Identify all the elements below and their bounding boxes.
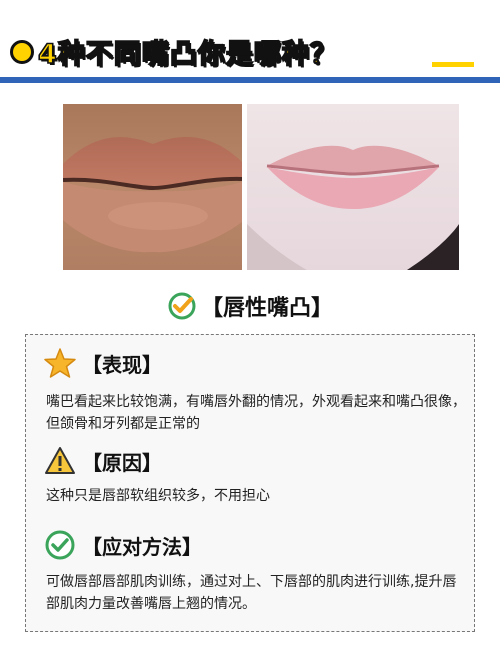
star-icon bbox=[44, 348, 76, 378]
item-text: 这种只是唇部软组织较多，不用担心 bbox=[46, 488, 270, 504]
page-title: 4种不同嘴凸你是哪种？ bbox=[37, 38, 338, 71]
item-text: 嘴巴看起来比较饱满，有嘴唇外翻的情况，外观看起来和嘴凸很像，但颌骨和牙列都是正常… bbox=[46, 394, 466, 432]
section-title: 【唇性嘴凸】 bbox=[200, 296, 333, 321]
warning-icon bbox=[45, 447, 75, 474]
title-row: 4种不同嘴凸你是哪种？ bbox=[10, 32, 338, 71]
item-head-performance: 【表现】 bbox=[44, 347, 162, 379]
check-circle-icon bbox=[45, 530, 75, 560]
item-title: 【应对方法】 bbox=[82, 534, 202, 559]
header-divider bbox=[0, 77, 500, 83]
lips-photo-right bbox=[247, 104, 459, 270]
content-box: 【表现】 嘴巴看起来比较饱满，有嘴唇外翻的情况，外观看起来和嘴凸很像，但颌骨和牙… bbox=[25, 334, 475, 632]
item-title: 【原因】 bbox=[82, 450, 162, 475]
item-head-cause: 【原因】 bbox=[44, 445, 162, 477]
item-text: 可做唇部唇部肌肉训练，通过对上、下唇部的肌肉进行训练,提升唇部肌肉力量改善嘴唇上… bbox=[46, 574, 457, 612]
item-title: 【表现】 bbox=[82, 352, 162, 377]
title-bullet-icon bbox=[10, 39, 34, 64]
section-heading: 【唇性嘴凸】 bbox=[0, 290, 500, 322]
title-accent-bar bbox=[432, 62, 474, 67]
lips-photo-left bbox=[63, 104, 242, 270]
header: 4种不同嘴凸你是哪种？ bbox=[0, 0, 500, 84]
check-badge-icon bbox=[168, 292, 196, 320]
item-head-method: 【应对方法】 bbox=[44, 529, 202, 561]
